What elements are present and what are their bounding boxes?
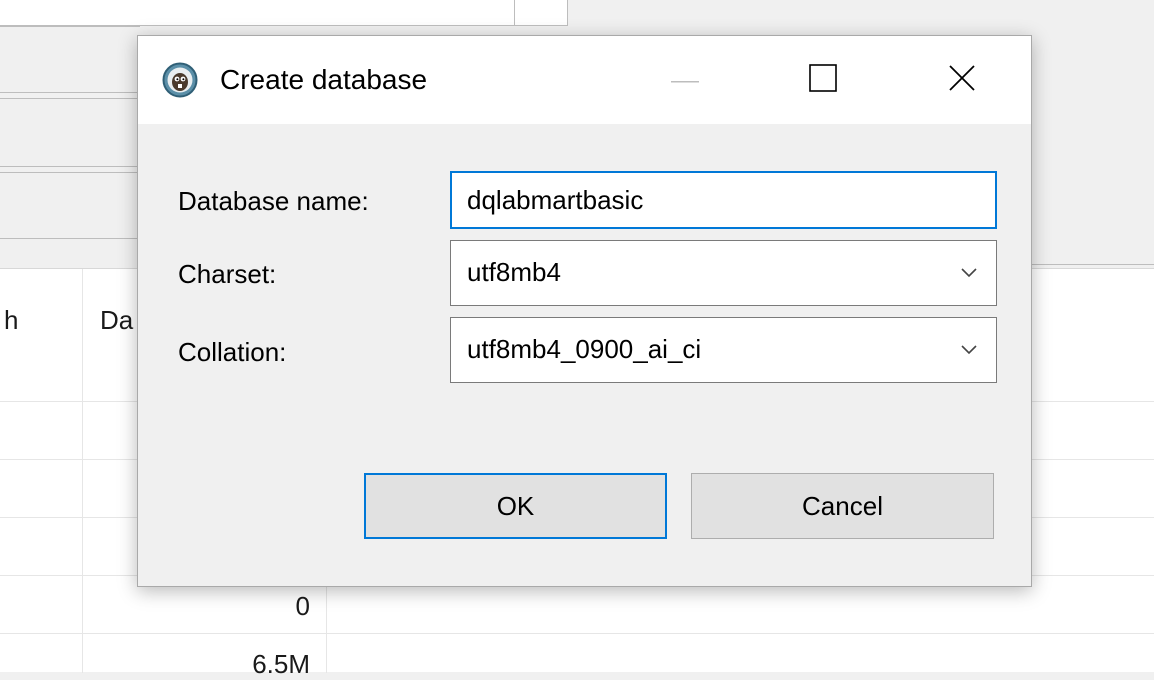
background-divider (0, 92, 140, 93)
dialog-title: Create database (220, 64, 428, 95)
database-name-label: Database name: (178, 186, 369, 216)
ok-button[interactable]: OK (364, 473, 667, 539)
background-divider (0, 98, 140, 99)
grid-column-divider (326, 575, 327, 673)
collation-label: Collation: (178, 337, 287, 367)
close-button[interactable] (902, 36, 1022, 124)
dialog-titlebar[interactable]: Create database (138, 36, 1031, 124)
charset-select[interactable]: utf8mb4 (450, 240, 997, 306)
collation-selected-value: utf8mb4_0900_ai_ci (467, 334, 702, 364)
chevron-down-icon (960, 340, 978, 358)
background-divider (0, 238, 140, 239)
grid-cell[interactable]: 6.5M (200, 649, 310, 680)
maximize-button[interactable] (763, 36, 883, 124)
chevron-down-icon (960, 263, 978, 281)
grid-row-divider (0, 633, 1154, 634)
dbeaver-beaver-icon (162, 62, 198, 98)
charset-selected-value: utf8mb4 (467, 257, 561, 287)
grid-column-header[interactable]: h (4, 305, 18, 336)
collation-select[interactable]: utf8mb4_0900_ai_ci (450, 317, 997, 383)
background-divider (1032, 264, 1154, 265)
background-divider (0, 26, 140, 27)
grid-column-divider (82, 269, 83, 673)
background-divider (514, 0, 515, 26)
create-database-dialog: Create database Database name: dqlabmart… (137, 35, 1032, 587)
database-name-input[interactable] (450, 171, 997, 229)
minimize-button[interactable] (625, 36, 745, 124)
background-divider (0, 166, 140, 167)
maximize-icon (809, 63, 837, 97)
close-icon (948, 64, 976, 97)
minimize-icon (671, 71, 699, 89)
background-input[interactable] (0, 0, 568, 26)
background-divider (0, 172, 140, 173)
grid-cell[interactable]: 0 (200, 591, 310, 622)
charset-label: Charset: (178, 259, 277, 289)
cancel-button[interactable]: Cancel (691, 473, 994, 539)
grid-column-header[interactable]: Da (100, 305, 133, 336)
